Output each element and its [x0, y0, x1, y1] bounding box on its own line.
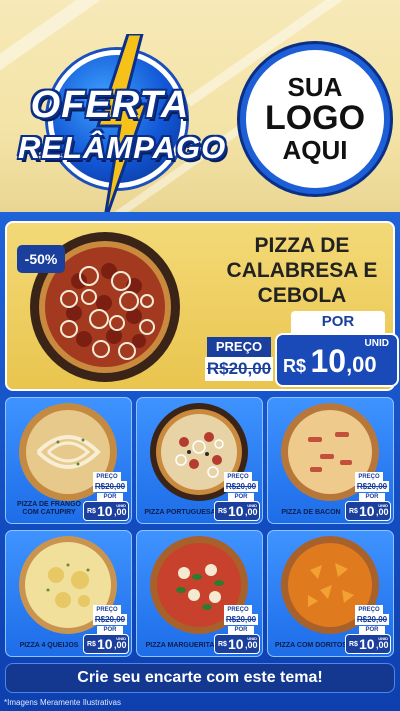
unit-label: UNID	[247, 636, 257, 641]
product-name: PIZZA DE FRANGO COM CATUPIRY	[17, 500, 81, 516]
unit-label: UNID	[116, 636, 126, 641]
product-name: PIZZA PORTUGUESA	[144, 508, 216, 516]
price-box: R$ 10 ,00 UNID	[214, 501, 260, 521]
price-int: 10	[359, 636, 375, 652]
product-card[interactable]: PIZZA DE BACON PREÇO R$20,00 POR R$ 10 ,…	[267, 397, 394, 524]
old-price: R$20,00	[355, 614, 389, 625]
discount-badge: -50%	[17, 245, 65, 273]
featured-por-label: POR	[291, 311, 385, 333]
price-box: R$ 10 ,00 UNID	[214, 634, 260, 654]
price-box: R$ 10 ,00 UNID	[345, 634, 391, 654]
price-currency: R$	[349, 508, 358, 515]
featured-old-price: R$20,00	[205, 357, 273, 381]
price-cents: ,00	[376, 507, 389, 517]
unit-label: UNID	[116, 503, 126, 508]
featured-price-cents: ,00	[346, 352, 377, 377]
featured-price-box: UNID R$ 10,00	[275, 333, 399, 387]
old-price: R$20,00	[93, 614, 127, 625]
price-cents: ,00	[114, 640, 127, 650]
product-card[interactable]: PIZZA COM DORITOS PREÇO R$20,00 POR R$ 1…	[267, 530, 394, 657]
product-name: PIZZA COM DORITOS	[275, 641, 347, 649]
featured-product-card[interactable]: -50% PIZZA DE CALABRESA E CEBOLA PREÇO R…	[5, 221, 399, 391]
price-int: 10	[359, 503, 375, 519]
price-cents: ,00	[245, 507, 258, 517]
price-cents: ,00	[114, 507, 127, 517]
featured-preco-label: PREÇO	[207, 337, 271, 357]
price-cents: ,00	[245, 640, 258, 650]
old-price: R$20,00	[224, 614, 258, 625]
price-currency: R$	[218, 641, 227, 648]
old-price: R$20,00	[224, 481, 258, 492]
price-box: R$ 10 ,00 UNID	[83, 634, 129, 654]
header-banner: OFERTA RELÂMPAGO SUA LOGO AQUI	[0, 0, 400, 220]
product-card[interactable]: PIZZA MARGUERITA PREÇO R$20,00 POR R$ 10…	[136, 530, 263, 657]
create-flyer-button[interactable]: Crie seu encarte com este tema!	[5, 663, 395, 693]
product-name: PIZZA 4 QUEIJOS	[19, 641, 79, 649]
price-box: R$ 10 ,00 UNID	[83, 501, 129, 521]
product-name: PIZZA DE BACON	[281, 508, 341, 516]
featured-price: R$ 10,00	[283, 343, 377, 380]
flash-offer-badge: OFERTA RELÂMPAGO	[18, 34, 227, 220]
price-cents: ,00	[376, 640, 389, 650]
product-card[interactable]: PIZZA PORTUGUESA PREÇO R$20,00 POR R$ 10…	[136, 397, 263, 524]
unit-label: UNID	[378, 503, 388, 508]
old-price: R$20,00	[355, 481, 389, 492]
featured-price-currency: R$	[283, 356, 307, 376]
price-int: 10	[97, 503, 113, 519]
offer-title-line1: OFERTA	[30, 84, 190, 126]
logo-text-line1: SUA	[287, 71, 343, 102]
price-currency: R$	[218, 508, 227, 515]
featured-price-int: 10	[310, 343, 347, 379]
price-currency: R$	[349, 641, 358, 648]
price-currency: R$	[87, 508, 96, 515]
product-card[interactable]: PIZZA DE FRANGO COM CATUPIRY PREÇO R$20,…	[5, 397, 132, 524]
price-currency: R$	[87, 641, 96, 648]
product-card[interactable]: PIZZA 4 QUEIJOS PREÇO R$20,00 POR R$ 10 …	[5, 530, 132, 657]
unit-label: UNID	[247, 503, 257, 508]
product-name: PIZZA MARGUERITA	[145, 641, 215, 649]
logo-text-line2: LOGO	[264, 99, 366, 138]
price-int: 10	[228, 503, 244, 519]
unit-label: UNID	[378, 636, 388, 641]
offer-title-line2: RELÂMPAGO	[18, 130, 227, 165]
price-int: 10	[97, 636, 113, 652]
lightning-bolt-icon	[95, 34, 149, 220]
price-int: 10	[228, 636, 244, 652]
logo-placeholder[interactable]: SUA LOGO AQUI	[240, 44, 390, 194]
price-box: R$ 10 ,00 UNID	[345, 501, 391, 521]
old-price: R$20,00	[93, 481, 127, 492]
featured-product-title: PIZZA DE CALABRESA E CEBOLA	[226, 234, 378, 308]
disclaimer-text: *Imagens Meramente Ilustrativas	[4, 698, 121, 707]
logo-text-line3: AQUI	[282, 134, 348, 165]
flyer-page: OFERTA RELÂMPAGO SUA LOGO AQUI -50% PIZZ…	[0, 0, 400, 711]
